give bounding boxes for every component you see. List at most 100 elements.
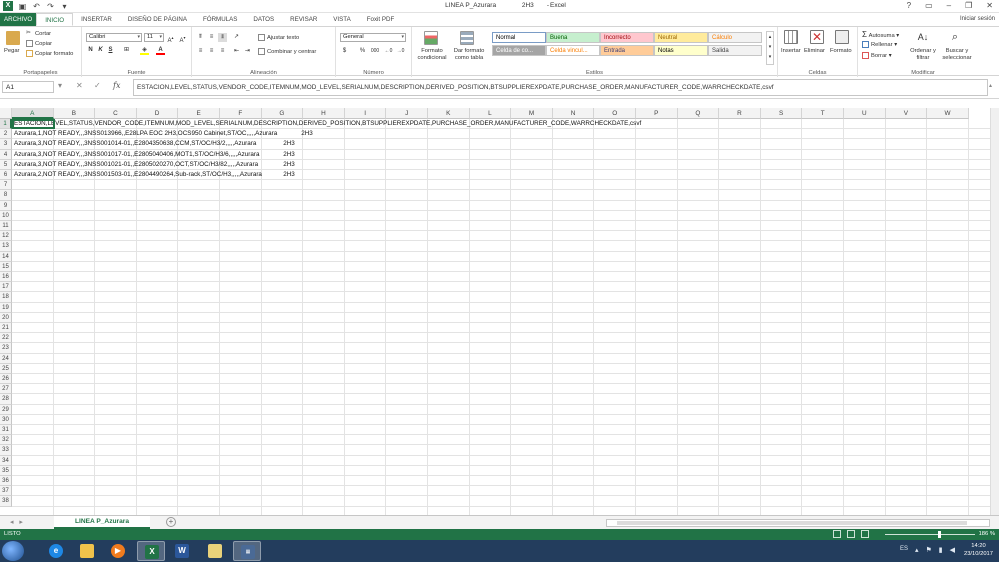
- sign-in-link[interactable]: Iniciar sesión: [960, 13, 995, 26]
- row-header[interactable]: 21: [0, 323, 12, 334]
- row-header[interactable]: 26: [0, 374, 12, 385]
- cancel-entry-icon[interactable]: ✕: [76, 81, 83, 90]
- sort-filter-icon[interactable]: A↓: [916, 30, 930, 44]
- column-header-w[interactable]: W: [927, 108, 969, 119]
- cell-h3[interactable]: 2H3: [283, 139, 295, 149]
- orientation-icon[interactable]: ↗: [232, 33, 241, 42]
- row-header[interactable]: 19: [0, 302, 12, 313]
- row-header[interactable]: 16: [0, 272, 12, 283]
- sheet-nav-arrows-icon[interactable]: ◂ ▸: [10, 518, 23, 526]
- conditional-format-button[interactable]: Formato condicional: [414, 48, 450, 62]
- row-header[interactable]: 36: [0, 476, 12, 487]
- tab-foxit-pdf[interactable]: Foxit PDF: [359, 13, 403, 26]
- row-header[interactable]: 1: [0, 119, 12, 130]
- paste-button[interactable]: Pegar: [4, 48, 19, 54]
- column-header-n[interactable]: N: [552, 108, 595, 119]
- cell-h5[interactable]: 2H3: [283, 160, 295, 170]
- page-break-view-icon[interactable]: [861, 530, 869, 538]
- cell-a2[interactable]: Azurara,1,NOT READY,,,3NSS013966,,E28LPA…: [14, 129, 277, 139]
- row-header[interactable]: 8: [0, 190, 12, 201]
- cell-style-2[interactable]: Incorrecto: [600, 32, 654, 43]
- row-header[interactable]: 6: [0, 170, 12, 181]
- align-middle-icon[interactable]: ≡: [207, 33, 216, 42]
- find-select-button[interactable]: Buscar y seleccionar: [938, 48, 976, 62]
- row-header[interactable]: 17: [0, 282, 12, 293]
- row-header[interactable]: 11: [0, 221, 12, 232]
- row-header[interactable]: 14: [0, 251, 12, 262]
- wrap-text-button[interactable]: Ajustar texto: [258, 34, 299, 41]
- column-header-v[interactable]: V: [885, 108, 928, 119]
- column-header-u[interactable]: U: [844, 108, 886, 119]
- row-header[interactable]: 15: [0, 261, 12, 272]
- cell-style-0[interactable]: Normal: [492, 32, 546, 43]
- tab-formulas[interactable]: FÓRMULAS: [195, 13, 245, 26]
- row-header[interactable]: 28: [0, 394, 12, 405]
- format-as-table-button[interactable]: Dar formato como tabla: [450, 48, 488, 62]
- name-box-dropdown-icon[interactable]: ▾: [58, 81, 62, 90]
- conditional-format-icon[interactable]: [424, 31, 438, 45]
- align-top-icon[interactable]: ⫪: [196, 33, 205, 42]
- taskbar-folder[interactable]: [201, 541, 229, 561]
- clock[interactable]: 14:20 23/10/2017: [964, 542, 993, 558]
- tab-archivo[interactable]: ARCHIVO: [0, 13, 37, 26]
- column-header-r[interactable]: R: [719, 108, 761, 119]
- horizontal-scrollbar[interactable]: [606, 519, 990, 527]
- paste-icon[interactable]: [6, 31, 20, 45]
- cell-h2[interactable]: 2H3: [301, 129, 313, 139]
- column-header-m[interactable]: M: [511, 108, 553, 119]
- column-header-j[interactable]: J: [386, 108, 428, 119]
- row-header[interactable]: 31: [0, 425, 12, 436]
- insert-function-icon[interactable]: fx: [113, 81, 120, 90]
- row-header[interactable]: 9: [0, 200, 12, 211]
- column-header-l[interactable]: L: [469, 108, 512, 119]
- column-header-t[interactable]: T: [802, 108, 844, 119]
- taskbar-app[interactable]: ▦: [233, 541, 261, 561]
- insert-cells-button[interactable]: Insertar: [781, 48, 801, 54]
- sort-filter-button[interactable]: Ordenar y filtrar: [908, 48, 938, 62]
- cut-button[interactable]: ✂ Cortar: [26, 30, 51, 37]
- normal-view-icon[interactable]: [833, 530, 841, 538]
- name-box[interactable]: A1: [2, 81, 54, 93]
- ribbon-display-icon[interactable]: ▭: [925, 1, 933, 10]
- row-header[interactable]: 34: [0, 455, 12, 466]
- increase-indent-icon[interactable]: ⇥: [243, 47, 252, 56]
- font-name-dropdown[interactable]: Calibri: [86, 33, 142, 42]
- currency-icon[interactable]: $: [340, 47, 349, 56]
- column-header-q[interactable]: Q: [677, 108, 720, 119]
- row-header[interactable]: 13: [0, 241, 12, 252]
- format-painter-button[interactable]: Copiar formato: [26, 50, 73, 57]
- cell-style-8[interactable]: Notas: [654, 45, 708, 56]
- vertical-scrollbar[interactable]: [990, 108, 999, 515]
- fill-color-icon[interactable]: ◈: [140, 46, 149, 55]
- italic-button[interactable]: K: [96, 46, 105, 55]
- align-right-icon[interactable]: ≡: [218, 47, 227, 56]
- row-header[interactable]: 27: [0, 384, 12, 395]
- zoom-slider-handle[interactable]: [938, 531, 941, 538]
- delete-cells-button[interactable]: Eliminar: [804, 48, 825, 54]
- cell-a4[interactable]: Azurara,3,NOT READY,,,3NSS001017-01,,E28…: [14, 150, 259, 160]
- flag-icon[interactable]: ⚑: [925, 546, 931, 554]
- page-layout-view-icon[interactable]: [847, 530, 855, 538]
- font-size-dropdown[interactable]: 11: [144, 33, 164, 42]
- merge-center-button[interactable]: Combinar y centrar: [258, 48, 316, 55]
- row-header[interactable]: 4: [0, 149, 12, 160]
- row-header[interactable]: 25: [0, 363, 12, 374]
- column-header-c[interactable]: C: [95, 108, 137, 119]
- row-header[interactable]: 22: [0, 333, 12, 344]
- format-as-table-icon[interactable]: [460, 31, 474, 45]
- autosum-button[interactable]: Σ Autosuma ▾: [862, 30, 899, 39]
- fill-button[interactable]: Rellenar ▾: [862, 41, 897, 48]
- tab-insertar[interactable]: INSERTAR: [73, 13, 120, 26]
- row-header[interactable]: 24: [0, 353, 12, 364]
- row-header[interactable]: 30: [0, 414, 12, 425]
- row-header[interactable]: 38: [0, 496, 12, 507]
- column-header-o[interactable]: O: [594, 108, 636, 119]
- thousands-button[interactable]: 000: [368, 47, 382, 56]
- grow-font-icon[interactable]: A▴: [166, 33, 175, 44]
- underline-button[interactable]: S: [106, 46, 115, 55]
- tab-revisar[interactable]: REVISAR: [282, 13, 325, 26]
- format-cells-button[interactable]: Formato: [830, 48, 852, 54]
- horizontal-scroll-thumb[interactable]: [617, 521, 967, 525]
- clear-button[interactable]: Borrar ▾: [862, 52, 892, 59]
- column-header-k[interactable]: K: [428, 108, 470, 119]
